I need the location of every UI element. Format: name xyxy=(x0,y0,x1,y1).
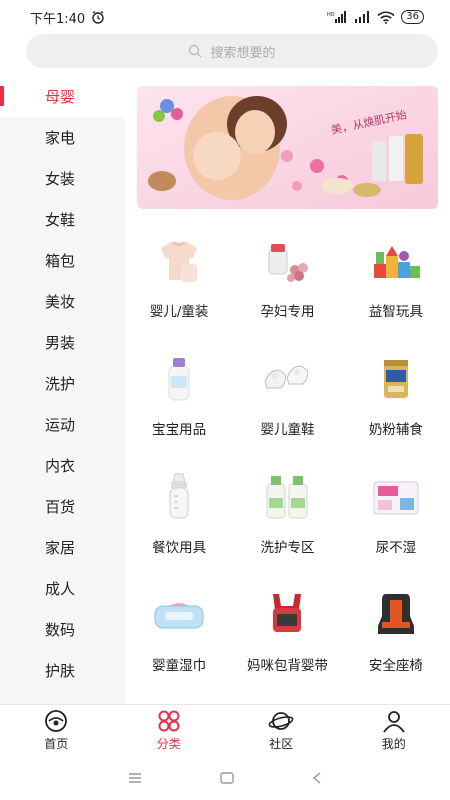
wet-wipes-icon xyxy=(154,603,204,629)
subcategory-wet-wipes[interactable]: 婴童湿巾 xyxy=(125,588,233,680)
subcategory-diapers[interactable]: 尿不湿 xyxy=(342,470,450,562)
nav-label: 社区 xyxy=(269,737,294,751)
subcategory-label: 孕妇专用 xyxy=(260,304,315,320)
baby-shoes-icon xyxy=(264,365,309,389)
sidebar-item-jiadian[interactable]: 家电 xyxy=(0,117,125,158)
subcategory-baby-supplies[interactable]: 宝宝用品 xyxy=(125,352,233,444)
sidebar-item-chengren[interactable]: 成人 xyxy=(0,568,125,609)
nav-category[interactable]: 分类 xyxy=(113,705,226,756)
subcategory-washcare[interactable]: 洗护专区 xyxy=(233,470,341,562)
sidebar-item-hufu[interactable]: 护肤 xyxy=(0,650,125,691)
search-placeholder: 搜索想要的 xyxy=(210,45,276,61)
subcategory-label: 妈咪包背婴带 xyxy=(246,658,328,674)
promo-banner[interactable]: 美，从焕肌开始 xyxy=(137,86,438,209)
sidebar-item-meizhuang[interactable]: 美妆 xyxy=(0,281,125,322)
baby-carrier-icon xyxy=(273,594,302,632)
home-icon xyxy=(45,710,68,732)
battery-indicator: 36 xyxy=(401,10,424,24)
community-icon xyxy=(268,712,294,730)
subcategory-feeding[interactable]: 餐饮用具 xyxy=(125,470,233,562)
sidebar-item-xiangbao[interactable]: 箱包 xyxy=(0,240,125,281)
nav-label: 首页 xyxy=(44,737,69,751)
detergent-icon xyxy=(266,476,308,519)
sidebar-item-jiaju[interactable]: 家居 xyxy=(0,527,125,568)
car-seat-icon xyxy=(377,594,414,634)
status-time: 下午1:40 xyxy=(30,11,86,27)
nav-label: 分类 xyxy=(156,737,181,751)
cellular-signal-2-icon xyxy=(355,11,370,23)
back-icon[interactable] xyxy=(312,772,322,784)
profile-icon xyxy=(383,711,405,733)
nav-community[interactable]: 社区 xyxy=(225,705,338,756)
subcategory-baby-clothes[interactable]: 婴儿/童装 xyxy=(125,234,233,326)
sidebar-item-nanzhuang[interactable]: 男装 xyxy=(0,322,125,363)
sidebar-item-muying[interactable]: 母婴 xyxy=(0,76,125,117)
home-button-icon[interactable] xyxy=(220,772,234,784)
network-label: HD xyxy=(327,12,335,18)
baby-clothes-icon xyxy=(161,241,198,282)
system-navigation-bar xyxy=(0,756,450,800)
subcategory-toys[interactable]: 益智玩具 xyxy=(342,234,450,326)
sidebar-item-xihu[interactable]: 洗护 xyxy=(0,363,125,404)
search-icon xyxy=(189,44,202,58)
baby-lotion-icon xyxy=(168,358,190,401)
sidebar-item-baihuo[interactable]: 百货 xyxy=(0,486,125,527)
subcategory-car-seat[interactable]: 安全座椅 xyxy=(342,588,450,680)
maternity-icon xyxy=(268,244,309,282)
sidebar-item-nvxie[interactable]: 女鞋 xyxy=(0,199,125,240)
wifi-icon xyxy=(377,11,395,24)
subcategory-label: 婴儿/童装 xyxy=(149,304,209,320)
sidebar-item-shuma[interactable]: 数码 xyxy=(0,609,125,650)
subcategory-label: 餐饮用具 xyxy=(152,540,207,556)
sidebar-item-nvzhuang[interactable]: 女装 xyxy=(0,158,125,199)
diaper-icon xyxy=(373,481,419,515)
category-sidebar: 母婴 家电 女装 女鞋 箱包 美妆 男装 洗护 运动 内衣 百货 家居 成人 数… xyxy=(0,76,125,704)
subcategory-label: 尿不湿 xyxy=(375,540,417,556)
nav-profile[interactable]: 我的 xyxy=(338,705,450,756)
search-input[interactable]: 搜索想要的 xyxy=(26,34,438,68)
milk-powder-icon xyxy=(383,360,408,398)
sidebar-item-yundong[interactable]: 运动 xyxy=(0,404,125,445)
toy-blocks-icon xyxy=(373,246,420,278)
subcategory-label: 益智玩具 xyxy=(368,304,423,320)
subcategory-milk-powder[interactable]: 奶粉辅食 xyxy=(342,352,450,444)
subcategory-label: 婴儿童鞋 xyxy=(260,422,315,438)
sidebar-item-neiyi[interactable]: 内衣 xyxy=(0,445,125,486)
subcategory-label: 洗护专区 xyxy=(260,540,315,556)
menu-icon[interactable] xyxy=(128,773,142,783)
subcategory-label: 安全座椅 xyxy=(368,658,423,674)
nav-home[interactable]: 首页 xyxy=(0,705,113,756)
alarm-clock-icon xyxy=(92,10,104,24)
subcategory-label: 奶粉辅食 xyxy=(368,422,423,438)
nav-label: 我的 xyxy=(381,737,406,751)
subcategory-baby-shoes[interactable]: 婴儿童鞋 xyxy=(233,352,341,444)
category-content: 美，从焕肌开始 婴儿/童装 孕妇专用 益智玩具 宝宝用品 婴儿童鞋 奶粉辅食 餐… xyxy=(125,76,450,704)
subcategory-label: 婴童湿巾 xyxy=(152,658,207,674)
subcategory-carrier[interactable]: 妈咪包背婴带 xyxy=(233,588,341,680)
subcategory-grid: 婴儿/童装 孕妇专用 益智玩具 宝宝用品 婴儿童鞋 奶粉辅食 餐饮用具 洗护专区… xyxy=(125,234,450,680)
cellular-signal-icon: HD xyxy=(327,11,347,23)
subcategory-maternity[interactable]: 孕妇专用 xyxy=(233,234,341,326)
feeding-bottle-icon xyxy=(169,473,189,519)
category-icon xyxy=(158,710,180,732)
bottom-navigation: 首页 分类 社区 我的 xyxy=(0,704,450,756)
status-bar: 下午1:40 HD 36 xyxy=(0,0,450,34)
subcategory-label: 宝宝用品 xyxy=(152,422,207,438)
banner-image: 美，从焕肌开始 xyxy=(137,86,438,209)
